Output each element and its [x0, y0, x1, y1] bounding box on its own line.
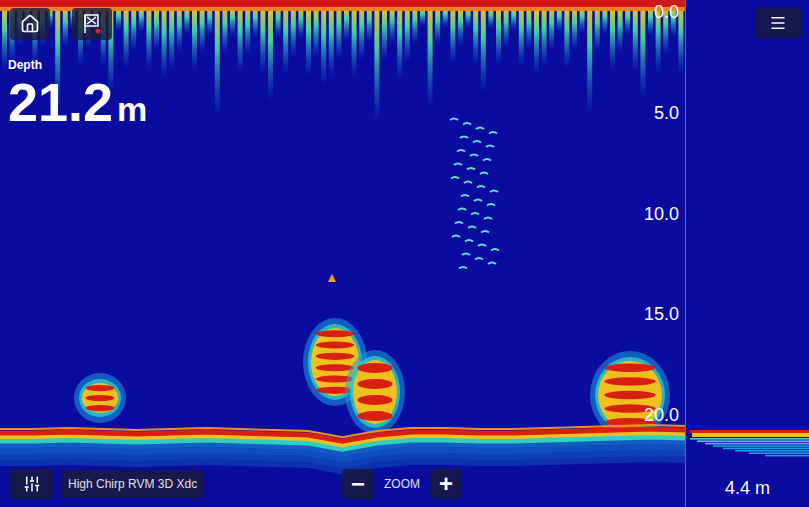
sonar-panel[interactable]: Depth21.2m 0.0 5.0 10.0 15.0 20.0 High Chirp R… — [0, 0, 685, 507]
home-button[interactable] — [10, 8, 50, 40]
depth-scale-tick: 5.0 — [654, 103, 679, 123]
depth-readout: Depth21.2m — [8, 58, 147, 132]
menu-button[interactable] — [755, 8, 801, 38]
fish-school — [345, 350, 405, 434]
zoom-in-button[interactable]: + — [430, 469, 462, 499]
depth-scale-tick: 10.0 — [644, 204, 679, 224]
depth-label: Depth — [8, 58, 147, 72]
depth-unit: m — [117, 89, 147, 129]
a-scope-panel: 4.4 m — [685, 0, 809, 507]
a-scope-reading: 4.4 m — [686, 477, 809, 499]
home-icon — [20, 14, 40, 34]
fish-school — [74, 373, 126, 423]
menu-icon — [769, 14, 787, 32]
depth-scale-tick: 0.0 — [654, 2, 679, 22]
zoom-label: ZOOM — [384, 475, 420, 493]
zoom-controls: −ZOOM + — [342, 469, 462, 499]
depth-scale-tick: 20.0 — [644, 405, 679, 425]
sonar-settings-button[interactable] — [10, 469, 54, 499]
channel-label: High Chirp RVM 3D Xdc — [62, 470, 203, 498]
waypoint-button[interactable] — [72, 8, 112, 40]
depth-value: 21.2 — [8, 72, 113, 132]
zoom-out-button[interactable]: − — [342, 469, 374, 499]
waypoint-flag-icon — [82, 13, 102, 35]
sliders-icon — [23, 475, 41, 493]
depth-scale-tick: 15.0 — [644, 304, 679, 324]
a-scope-graph — [686, 0, 809, 507]
fishfinder-screen: Depth21.2m 0.0 5.0 10.0 15.0 20.0 High Chirp R… — [0, 0, 809, 507]
